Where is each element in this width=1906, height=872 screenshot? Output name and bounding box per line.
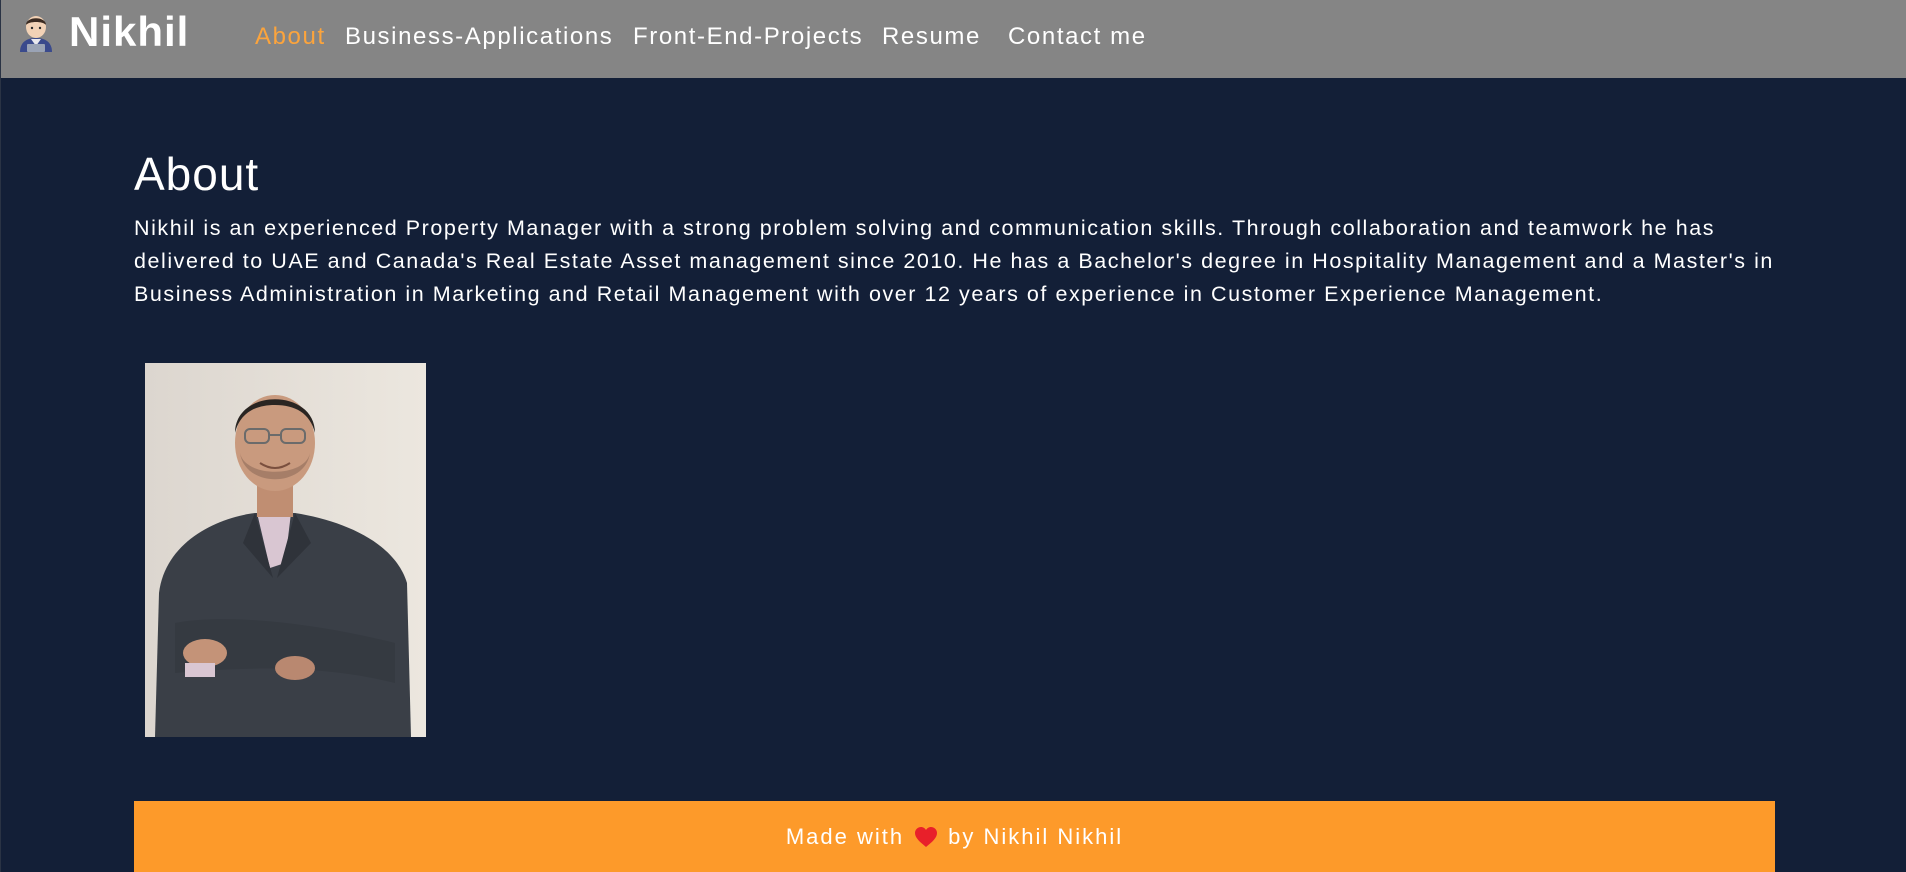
navbar: Nikhil About Business-Applications Front… <box>1 0 1906 78</box>
profile-photo <box>145 363 426 737</box>
brand[interactable]: Nikhil <box>17 0 189 64</box>
page-title: About <box>134 148 260 200</box>
nav-link-resume[interactable]: Resume <box>882 0 981 76</box>
footer: Made with by Nikhil Nikhil <box>134 801 1775 872</box>
nav-link-business-applications[interactable]: Business-Applications <box>345 0 613 76</box>
about-paragraph: Nikhil is an experienced Property Manage… <box>134 216 1774 306</box>
footer-suffix: by Nikhil Nikhil <box>948 823 1124 849</box>
heart-icon <box>914 826 938 848</box>
page: Nikhil About Business-Applications Front… <box>0 0 1906 872</box>
nav-link-contact[interactable]: Contact me <box>1008 0 1147 76</box>
nav-link-front-end-projects[interactable]: Front-End-Projects <box>633 0 863 76</box>
footer-text: Made with by Nikhil Nikhil <box>786 824 1123 850</box>
brand-name: Nikhil <box>69 8 190 55</box>
footer-prefix: Made with <box>785 823 905 849</box>
nav-link-about[interactable]: About <box>255 0 326 76</box>
man-technologist-icon <box>17 12 55 52</box>
